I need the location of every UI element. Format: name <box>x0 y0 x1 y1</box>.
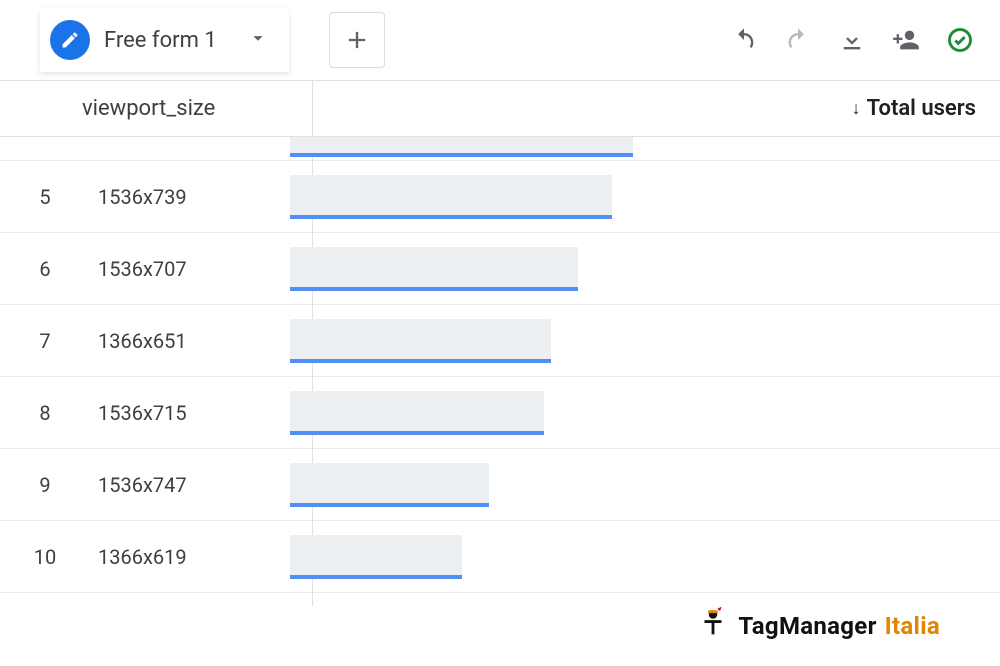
tab-free-form[interactable]: Free form 1 <box>40 8 289 72</box>
dimension-cell: 1536x739 <box>90 185 290 209</box>
dimension-cell: 1536x707 <box>90 257 290 281</box>
brand-word-2: Italia <box>885 612 940 640</box>
download-button[interactable] <box>836 24 868 56</box>
undo-icon <box>730 26 758 54</box>
bar-fill <box>290 391 544 431</box>
rank-cell: 10 <box>0 545 90 569</box>
dimension-cell: 1536x747 <box>90 473 290 497</box>
toolbar <box>728 24 976 56</box>
table-row[interactable]: 51536x739 <box>0 161 1000 233</box>
bar-chart-cell <box>290 391 976 435</box>
bar-fill <box>290 175 612 215</box>
bar-underline <box>290 503 489 507</box>
dimension-header[interactable]: viewport_size <box>0 96 215 121</box>
table-row[interactable]: 61536x707 <box>0 233 1000 305</box>
bar-chart-cell <box>290 247 976 291</box>
dimension-cell: 1536x715 <box>90 401 290 425</box>
bar-chart-cell <box>290 319 976 363</box>
metric-header[interactable]: ↓ Total users <box>852 96 1000 121</box>
rank-cell: 5 <box>0 185 90 209</box>
bar-fill <box>290 463 489 503</box>
download-icon <box>838 26 866 54</box>
share-button[interactable] <box>890 24 922 56</box>
bar-fill <box>290 319 551 359</box>
bar-chart-cell <box>290 175 976 219</box>
rank-cell: 8 <box>0 401 90 425</box>
brand-logo: TagManager Italia <box>696 606 940 646</box>
table-row[interactable]: 81536x715 <box>0 377 1000 449</box>
table-row[interactable]: 91536x747 <box>0 449 1000 521</box>
brand-word-1: TagManager <box>738 612 876 640</box>
bar-underline <box>290 431 544 435</box>
table-row[interactable]: 71366x651 <box>0 305 1000 377</box>
bar-fill <box>290 137 633 153</box>
bar-underline <box>290 575 462 579</box>
rank-cell: 6 <box>0 257 90 281</box>
bar-underline <box>290 215 612 219</box>
redo-icon <box>784 26 812 54</box>
bar-underline <box>290 153 633 157</box>
undo-button[interactable] <box>728 24 760 56</box>
dimension-cell: 1366x651 <box>90 329 290 353</box>
bar-underline <box>290 287 578 291</box>
status-ok-icon <box>944 24 976 56</box>
dimension-cell: 1366x619 <box>90 545 290 569</box>
plus-icon <box>343 26 371 54</box>
chevron-down-icon[interactable] <box>247 27 269 53</box>
rank-cell: 7 <box>0 329 90 353</box>
top-bar: Free form 1 <box>0 0 1000 80</box>
add-tab-button[interactable] <box>329 12 385 68</box>
results-table: viewport_size ↓ Total users 51536x739615… <box>0 80 1000 593</box>
bar-chart-cell <box>290 535 976 579</box>
sort-desc-icon: ↓ <box>852 98 861 119</box>
bar-chart-cell <box>290 463 976 507</box>
tab-title: Free form 1 <box>104 28 217 53</box>
bar-underline <box>290 359 551 363</box>
edit-icon <box>50 20 90 60</box>
table-row-partial <box>0 137 1000 161</box>
person-add-icon <box>892 26 920 54</box>
tagmanager-icon <box>696 606 730 646</box>
metric-header-label: Total users <box>867 96 976 121</box>
bar-fill <box>290 535 462 575</box>
rank-cell: 9 <box>0 473 90 497</box>
bar-fill <box>290 247 578 287</box>
bar-chart-cell <box>290 137 976 157</box>
table-row[interactable]: 101366x619 <box>0 521 1000 593</box>
table-header-row: viewport_size ↓ Total users <box>0 81 1000 137</box>
redo-button[interactable] <box>782 24 814 56</box>
